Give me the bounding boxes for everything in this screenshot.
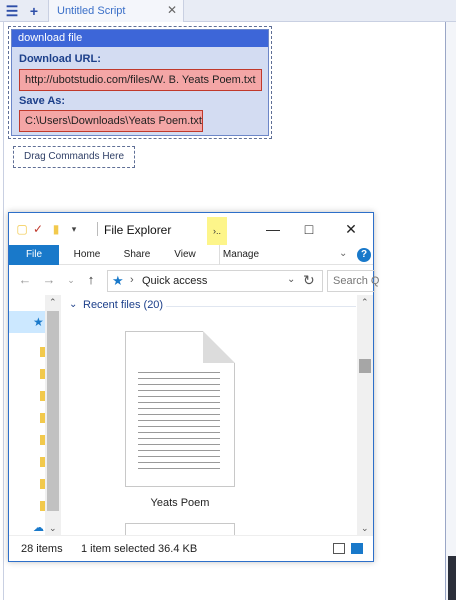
add-tab-icon[interactable]: + bbox=[26, 3, 42, 19]
new-folder-icon[interactable]: ▮ bbox=[49, 222, 63, 236]
title-bar[interactable]: ▢ ✓ ▮ ▾ File Explorer ›.. — □ ✕ bbox=[9, 213, 373, 245]
onedrive-cloud-icon[interactable]: ☁ bbox=[33, 521, 44, 534]
close-tab-icon[interactable]: ✕ bbox=[167, 3, 177, 17]
scroll-down-arrow-icon[interactable]: ⌄ bbox=[361, 523, 369, 534]
quick-access-star-icon: ★ bbox=[112, 273, 124, 288]
tooltip-popup: ›.. bbox=[207, 217, 227, 245]
content-scroll-thumb[interactable] bbox=[359, 359, 371, 373]
address-dropdown-icon[interactable]: ⌄ bbox=[287, 274, 295, 285]
large-icons-view-icon[interactable] bbox=[351, 543, 363, 554]
file-name-label[interactable]: Yeats Poem bbox=[121, 497, 239, 509]
manage-tab-group: Manage bbox=[219, 245, 261, 265]
group-header-recent-files[interactable]: Recent files (20) bbox=[83, 299, 163, 311]
command-title: download file bbox=[12, 30, 268, 47]
tab-label: Untitled Script bbox=[57, 5, 126, 17]
content-scrollbar[interactable] bbox=[357, 295, 373, 535]
scroll-up-arrow-icon[interactable]: ⌃ bbox=[49, 297, 57, 308]
window-title: File Explorer bbox=[104, 223, 172, 237]
recent-locations-chevron-icon[interactable]: ⌄ bbox=[63, 272, 79, 288]
tab-untitled-script[interactable]: Untitled Script ✕ bbox=[48, 0, 184, 22]
folder-icon: ▢ bbox=[16, 222, 28, 236]
nav-scroll-thumb[interactable] bbox=[47, 311, 59, 511]
search-placeholder: Search Q bbox=[333, 275, 380, 287]
file-explorer-window[interactable]: ▢ ✓ ▮ ▾ File Explorer ›.. — □ ✕ File Hom… bbox=[8, 212, 379, 562]
navigation-bar: ← → ⌄ ↑ ★ › Quick access ⌄ ↻ Search Q bbox=[9, 265, 379, 295]
text-file-icon[interactable] bbox=[125, 523, 235, 535]
download-file-command[interactable]: download file Download URL: http://ubots… bbox=[11, 29, 269, 136]
right-panel-edge bbox=[446, 22, 456, 600]
save-as-field[interactable]: C:\Users\Downloads\Yeats Poem.txt bbox=[19, 110, 203, 132]
tab-home[interactable]: Home bbox=[67, 245, 107, 265]
minimize-button[interactable]: — bbox=[259, 218, 287, 240]
address-text[interactable]: Quick access bbox=[142, 275, 207, 287]
navigation-pane[interactable]: ★ ☁ ⌃ ⌄ bbox=[9, 295, 61, 535]
address-bar[interactable]: ★ › Quick access ⌄ ↻ bbox=[107, 270, 323, 292]
properties-check-icon[interactable]: ✓ bbox=[31, 222, 45, 236]
script-tabstrip: ☰ + Untitled Script ✕ bbox=[0, 0, 456, 22]
forward-arrow-icon[interactable]: → bbox=[41, 272, 57, 288]
back-arrow-icon[interactable]: ← bbox=[17, 272, 33, 288]
download-url-label: Download URL: bbox=[19, 53, 101, 65]
breadcrumb-chevron-icon[interactable]: › bbox=[130, 274, 134, 286]
up-arrow-icon[interactable]: ↑ bbox=[83, 272, 99, 288]
menu-icon[interactable]: ☰ bbox=[4, 3, 20, 19]
group-divider bbox=[166, 306, 356, 307]
search-input[interactable]: Search Q bbox=[327, 270, 379, 292]
ribbon-tabs: File Home Share View Manage ⌄ ? bbox=[9, 245, 373, 265]
expand-ribbon-icon[interactable]: ⌄ bbox=[339, 248, 347, 259]
refresh-icon[interactable]: ↻ bbox=[303, 272, 315, 289]
taskbar-edge bbox=[448, 556, 456, 600]
selection-info: 1 item selected 36.4 KB bbox=[81, 543, 198, 555]
close-button[interactable]: ✕ bbox=[337, 218, 365, 240]
title-separator bbox=[97, 222, 98, 236]
tab-share[interactable]: Share bbox=[117, 245, 157, 265]
download-file-command-selection[interactable]: download file Download URL: http://ubots… bbox=[8, 26, 272, 139]
file-list-pane[interactable]: ⌄ Recent files (20) Yeats Poem ⌃ ⌄ bbox=[61, 295, 373, 535]
status-bar: 28 items 1 item selected 36.4 KB bbox=[9, 535, 373, 561]
details-view-icon[interactable] bbox=[333, 543, 345, 554]
collapse-group-icon[interactable]: ⌄ bbox=[69, 299, 77, 310]
quick-access-star-icon: ★ bbox=[33, 315, 44, 329]
tab-manage[interactable]: Manage bbox=[220, 245, 262, 265]
maximize-button[interactable]: □ bbox=[295, 218, 323, 240]
tab-file[interactable]: File bbox=[9, 245, 59, 265]
help-icon[interactable]: ? bbox=[357, 248, 371, 262]
save-as-label: Save As: bbox=[19, 95, 66, 107]
scroll-up-arrow-icon[interactable]: ⌃ bbox=[361, 297, 369, 308]
tab-view[interactable]: View bbox=[165, 245, 205, 265]
customize-toolbar-icon[interactable]: ▾ bbox=[67, 222, 81, 236]
download-url-field[interactable]: http://ubotstudio.com/files/W. B. Yeats … bbox=[19, 69, 262, 91]
page-fold bbox=[203, 331, 235, 363]
left-divider bbox=[3, 22, 4, 600]
drag-commands-here-dropzone[interactable]: Drag Commands Here bbox=[13, 146, 135, 168]
item-count: 28 items bbox=[21, 543, 63, 555]
scroll-down-arrow-icon[interactable]: ⌄ bbox=[49, 523, 57, 534]
text-file-icon[interactable] bbox=[125, 331, 235, 487]
